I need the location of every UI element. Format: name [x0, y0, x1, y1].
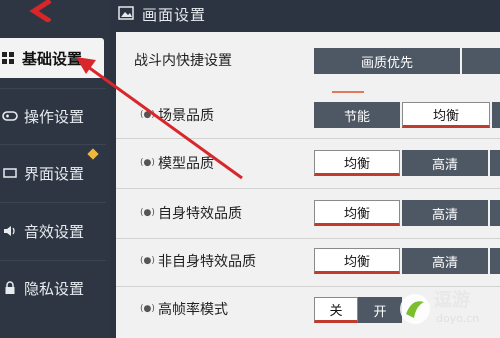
- option-quality-priority[interactable]: 画质优先: [314, 48, 460, 74]
- sidebar-item-basic[interactable]: 基础设置: [0, 38, 104, 78]
- setting-label: 战斗内快捷设置: [134, 53, 232, 69]
- sidebar-item-audio[interactable]: 音效设置: [0, 211, 110, 251]
- high-fps-toggle[interactable]: 关 开: [314, 297, 402, 323]
- option-balanced[interactable]: 均衡: [314, 200, 400, 226]
- option-balanced[interactable]: 均衡: [314, 150, 400, 176]
- sidebar-item-privacy[interactable]: 隐私设置: [0, 268, 110, 308]
- option-balanced[interactable]: 均衡: [402, 102, 490, 128]
- option-hd[interactable]: 高清: [402, 248, 488, 274]
- option-overflow[interactable]: [490, 248, 500, 274]
- watermark: 逗游 doyo.cn: [398, 284, 498, 334]
- screen-icon: [2, 165, 18, 181]
- watermark-site: doyo.cn: [436, 312, 480, 325]
- option-on[interactable]: 开: [358, 297, 402, 323]
- radio-icon: (●): [140, 304, 155, 314]
- speaker-icon: [2, 223, 18, 239]
- divider: [0, 88, 106, 89]
- doyo-logo-icon: [400, 294, 430, 324]
- back-button[interactable]: [18, 0, 66, 24]
- page-title: 画面设置: [142, 5, 207, 24]
- option-overflow[interactable]: [492, 102, 500, 128]
- option-balanced[interactable]: 均衡: [314, 248, 400, 274]
- setting-label: 高帧率模式: [158, 302, 228, 318]
- other-effects-selector[interactable]: 均衡 高清: [314, 248, 500, 274]
- sidebar-item-label: 基础设置: [22, 49, 83, 68]
- option-hd[interactable]: 高清: [402, 150, 488, 176]
- self-effects-selector[interactable]: 均衡 高清: [314, 200, 500, 226]
- option-power-saving[interactable]: 节能: [314, 102, 400, 128]
- option-more[interactable]: [462, 48, 500, 74]
- setting-label: 场景品质: [158, 108, 214, 124]
- sidebar-item-label: 音效设置: [24, 222, 85, 241]
- divider: [0, 144, 106, 145]
- option-overflow[interactable]: [490, 150, 500, 176]
- scene-quality-selector[interactable]: 节能 均衡: [314, 102, 500, 128]
- setting-label: 自身特效品质: [158, 206, 242, 222]
- option-off[interactable]: 关: [314, 297, 358, 323]
- lock-icon: [2, 280, 18, 296]
- sidebar: 基础设置 操作设置 界面设置 音效设置 隐私设置: [0, 0, 110, 338]
- header: 画面设置: [110, 0, 500, 28]
- sidebar-item-label: 隐私设置: [24, 279, 85, 298]
- sidebar-item-controls[interactable]: 操作设置: [0, 96, 110, 136]
- image-icon: [118, 5, 134, 24]
- radio-icon: (●): [140, 256, 155, 266]
- setting-label: 非自身特效品质: [158, 254, 256, 270]
- setting-label: 模型品质: [158, 156, 214, 172]
- quick-settings-select[interactable]: 画质优先: [314, 48, 500, 74]
- model-quality-selector[interactable]: 均衡 高清: [314, 150, 500, 176]
- radio-icon: (●): [140, 158, 155, 168]
- grid-icon: [0, 50, 16, 66]
- sidebar-item-label: 界面设置: [24, 164, 85, 183]
- watermark-brand: 逗游: [434, 290, 470, 311]
- divider: [0, 202, 106, 203]
- sidebar-item-label: 操作设置: [24, 107, 85, 126]
- radio-icon: (●): [140, 208, 155, 218]
- back-arrow-icon: [29, 0, 52, 24]
- option-overflow[interactable]: [490, 200, 500, 226]
- radio-icon: (●): [140, 110, 155, 120]
- gamepad-icon: [2, 108, 18, 124]
- divider: [0, 260, 106, 261]
- option-hd[interactable]: 高清: [402, 200, 488, 226]
